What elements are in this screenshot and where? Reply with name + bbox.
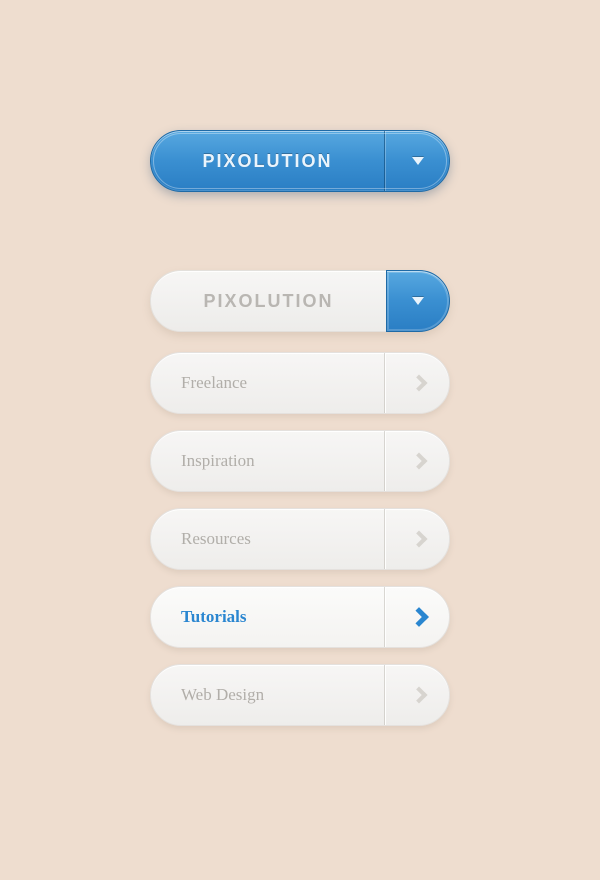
menu-item-resources[interactable]: Resources <box>150 508 450 570</box>
chevron-right-icon <box>411 610 425 624</box>
menu-item-label: Freelance <box>151 353 385 413</box>
menu-item-label: Tutorials <box>151 587 385 647</box>
dropdown-button-open[interactable]: PIXOLUTION <box>150 270 450 332</box>
chevron-right-icon <box>411 532 425 546</box>
dropdown-open-label: PIXOLUTION <box>151 271 386 331</box>
chevron-right-icon <box>411 454 425 468</box>
dropdown-open-toggle[interactable] <box>386 270 450 332</box>
dropdown-closed-toggle[interactable] <box>385 131 449 191</box>
chevron-right-icon <box>411 376 425 390</box>
menu-item-tutorials[interactable]: Tutorials <box>150 586 450 648</box>
menu-item-label: Web Design <box>151 665 385 725</box>
dropdown-closed-label: PIXOLUTION <box>151 131 385 191</box>
menu-item-arrow <box>385 431 449 491</box>
menu-item-arrow <box>385 353 449 413</box>
chevron-down-icon <box>412 157 424 165</box>
chevron-down-icon <box>412 297 424 305</box>
menu-item-arrow <box>385 509 449 569</box>
chevron-right-icon <box>411 688 425 702</box>
menu-item-freelance[interactable]: Freelance <box>150 352 450 414</box>
menu-item-arrow <box>385 665 449 725</box>
dropdown-menu: Freelance Inspiration Resources Tutorial… <box>150 352 450 726</box>
menu-item-web-design[interactable]: Web Design <box>150 664 450 726</box>
menu-item-inspiration[interactable]: Inspiration <box>150 430 450 492</box>
menu-item-label: Inspiration <box>151 431 385 491</box>
menu-item-label: Resources <box>151 509 385 569</box>
dropdown-button-closed[interactable]: PIXOLUTION <box>150 130 450 192</box>
menu-item-arrow <box>385 587 449 647</box>
